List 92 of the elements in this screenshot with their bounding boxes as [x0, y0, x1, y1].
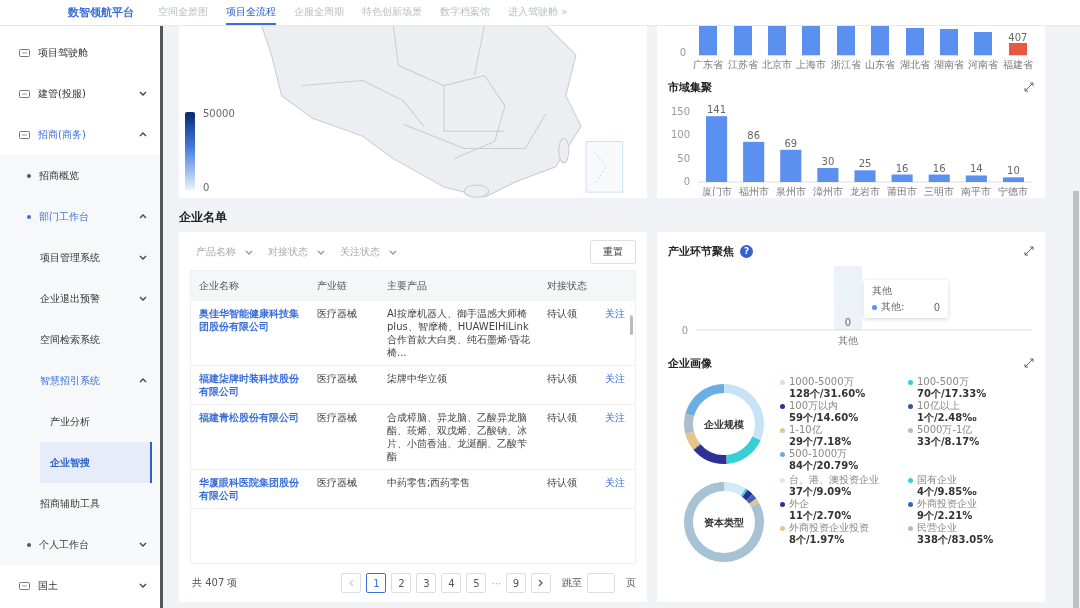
- table-cell-text: 医疗器械: [317, 476, 358, 489]
- legend-value: 1个/2.48‰: [916, 412, 978, 424]
- legend-label: 100万以内: [789, 400, 839, 412]
- axis-label: 其他: [838, 335, 858, 346]
- column-header: 主要产品: [379, 271, 539, 301]
- legend-label: 100-500万: [917, 376, 969, 388]
- legend-label: 国有企业: [917, 474, 957, 486]
- y-axis: 0 50 100 150: [670, 106, 690, 187]
- donut-center-label: 企业规模: [704, 419, 744, 430]
- axis-label: 厦门市: [701, 186, 732, 197]
- legend-label: 1000-5000万: [789, 376, 854, 388]
- value-label: 407: [1008, 33, 1028, 44]
- legend-max-label: 50000: [203, 108, 235, 119]
- legend-label: 台、港、澳投资企业: [789, 474, 879, 486]
- legend-value: 29个/7.18%: [788, 436, 853, 448]
- card-title: 产业环节聚焦: [668, 243, 734, 259]
- value-label: 25: [858, 158, 872, 170]
- axis-label: 南平市: [961, 186, 992, 197]
- ellipsis: ···: [491, 577, 501, 589]
- axis-tick-label: 0: [679, 48, 686, 58]
- axis-label: 湖南省: [934, 58, 965, 72]
- column-header: 产业链: [309, 271, 379, 301]
- table-cell-text: 中药零售;西药零售: [387, 476, 472, 489]
- card-title: 市域集聚: [668, 79, 712, 95]
- section-title: 企业名单: [179, 209, 228, 226]
- table-cell-text: 待认领: [547, 476, 578, 489]
- axis-label: 宁德市: [998, 186, 1029, 197]
- legend-value: 84个/20.79%: [788, 460, 860, 472]
- donut-center-label: 资本类型: [704, 517, 744, 528]
- table-cell-text: 医疗器械: [317, 372, 358, 385]
- table-cell-text: 待认领: [547, 372, 578, 385]
- legend-label: 外企: [789, 498, 809, 510]
- axis-label: 三明市: [924, 186, 955, 197]
- value-label: 16: [895, 162, 909, 174]
- legend-value: 4个/9.85‰: [916, 486, 978, 498]
- axis-label: 湖北省: [899, 58, 930, 72]
- table-cell-text: 合成樟脑、异龙脑、乙酸异龙脑酯、莰烯、双戊烯、乙酸钠、冰片、小茴香油、龙涎酮、乙酸苄酯: [387, 411, 528, 463]
- legend-value: 70个/17.33%: [916, 388, 988, 400]
- axis-label: 江苏省: [727, 58, 758, 72]
- value-label: 141: [707, 104, 727, 116]
- axis-label: 泉州市: [775, 186, 806, 197]
- tooltip-value: 0: [933, 301, 940, 313]
- legend-value: 128个/31.60%: [788, 388, 867, 400]
- brand-title: 数智领航平台: [68, 5, 134, 21]
- legend-value: 8个/1.97%: [788, 534, 846, 546]
- legend-value: 338个/83.05%: [916, 534, 995, 546]
- axis-label: 福州市: [738, 186, 769, 197]
- legend-min-label: 0: [203, 182, 210, 193]
- axis-label: 河南省: [968, 58, 999, 72]
- table-cell: AI按摩机器人、御手温感大师椅plus、智摩椅、HUAWEIHiLink合作首款大白奥、纯石墨烯·昏花椅...: [387, 307, 531, 359]
- table-cell-text: 待认领: [547, 411, 578, 424]
- legend-value: 9个/2.21%: [916, 510, 974, 522]
- legend-label: 1-10亿: [789, 424, 822, 436]
- axis-label: 上海市: [796, 58, 827, 72]
- value-label: 30: [821, 156, 835, 167]
- legend-value: 11个/2.70%: [788, 510, 853, 522]
- axis-label: 山东省: [865, 58, 896, 72]
- legend-value: 59个/14.60%: [788, 412, 860, 424]
- value-label: 16: [932, 162, 946, 174]
- card-title: 企业画像: [668, 355, 712, 371]
- jump-label: 跳至: [562, 576, 582, 590]
- axis-label: 龙岩市: [850, 186, 880, 197]
- axis-label: 浙江省: [830, 58, 861, 72]
- value-label: 86: [747, 129, 761, 141]
- column-header: 企业名称: [191, 271, 309, 301]
- axis-tick-label: 0: [681, 325, 688, 336]
- legend-value: 33个/8.17%: [916, 436, 981, 448]
- value-label: 69: [784, 137, 798, 149]
- value-label: 0: [844, 317, 852, 328]
- legend-value: 37个/9.09%: [788, 486, 853, 498]
- legend-label: 外商投资企业投资: [789, 522, 869, 534]
- legend-label: 500-1000万: [789, 448, 848, 460]
- table-cell-text: 待认领: [547, 307, 578, 320]
- tooltip-title: 其他: [872, 284, 893, 298]
- table-cell-text: 医疗器械: [317, 411, 358, 424]
- legend-label: 10亿以上: [917, 400, 960, 412]
- table-cell-text: 柒牌中华立领: [387, 372, 448, 385]
- table-cell-text: 医疗器械: [317, 307, 358, 320]
- legend-label: 外商投资企业: [917, 498, 977, 510]
- value-label: 14: [969, 163, 983, 175]
- axis-label: 莆田市: [887, 186, 918, 197]
- legend-label: 民营企业: [917, 522, 957, 534]
- axis-label: 漳州市: [812, 186, 843, 197]
- axis-label: 广东省: [693, 58, 724, 72]
- axis-label: 北京市: [762, 58, 792, 72]
- axis-label: 福建省: [1002, 58, 1033, 72]
- legend-label: 5000万-1亿: [917, 424, 973, 436]
- page-unit-label: 页: [626, 576, 636, 590]
- value-label: 10: [1007, 165, 1020, 177]
- tooltip-series-label: 其他:: [881, 300, 905, 314]
- column-header: 对接状态: [539, 271, 597, 301]
- total-count: 共 407 项: [192, 576, 238, 590]
